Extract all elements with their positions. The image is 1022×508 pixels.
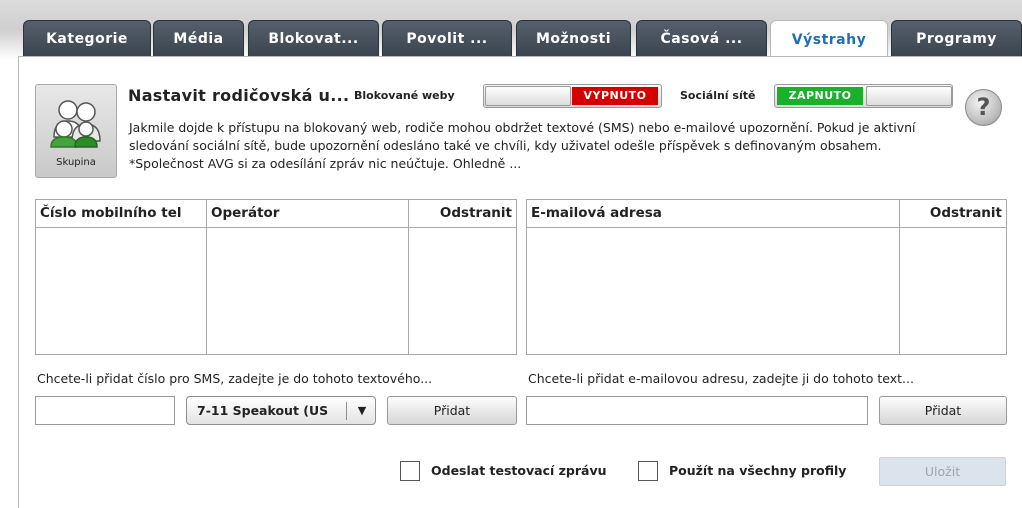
toggle-thumb — [866, 86, 952, 106]
sms-hint: Chcete-li přidat číslo pro SMS, zadejte … — [37, 371, 433, 386]
add-email-button[interactable]: Přidat — [879, 396, 1007, 425]
carrier-select-value: 7-11 Speakout (US — [197, 403, 329, 418]
blocked-sites-label: Blokované weby — [354, 89, 455, 102]
blocked-sites-state: VYPNUTO — [572, 87, 658, 105]
chevron-down-icon[interactable]: ▼ — [351, 397, 373, 424]
apply-all-profiles-label: Použít na všechny profily — [669, 463, 847, 478]
social-networks-state: ZAPNUTO — [777, 87, 863, 105]
toggle-thumb — [485, 86, 571, 106]
tab-kategorie[interactable]: Kategorie — [23, 20, 151, 57]
tab-vystrahy[interactable]: Výstrahy — [770, 20, 888, 58]
tab-label: Blokovat... — [268, 31, 359, 47]
column-divider — [408, 200, 409, 354]
tab-label: Programy — [916, 31, 997, 47]
col-phone-number[interactable]: Číslo mobilního tel — [36, 200, 206, 227]
tab-label: Média — [173, 31, 224, 47]
email-table: E-mailová adresa Odstranit — [526, 199, 1007, 355]
column-divider — [899, 200, 900, 354]
apply-all-profiles-checkbox[interactable] — [638, 461, 658, 481]
email-hint: Chcete-li přidat e-mailovou adresu, zade… — [528, 371, 914, 386]
test-message-label: Odeslat testovací zprávu — [431, 463, 607, 478]
carrier-select[interactable]: 7-11 Speakout (US ▼ — [186, 396, 376, 425]
tab-label: Kategorie — [46, 31, 128, 47]
description-text: Jakmile dojde k přístupu na blokovaný we… — [129, 120, 916, 171]
social-networks-toggle[interactable]: ZAPNUTO — [774, 84, 953, 108]
tab-blokovat[interactable]: Blokovat... — [248, 20, 379, 57]
tab-media[interactable]: Média — [153, 20, 244, 57]
col-operator[interactable]: Operátor — [207, 200, 407, 227]
tab-label: Časová ... — [660, 31, 743, 47]
tab-label: Možnosti — [535, 31, 612, 47]
blocked-sites-toggle[interactable]: VYPNUTO — [483, 84, 662, 108]
sms-number-input[interactable] — [35, 396, 175, 425]
save-button[interactable]: Uložit — [879, 457, 1006, 486]
col-email-address[interactable]: E-mailová adresa — [527, 200, 898, 227]
tab-label: Výstrahy — [791, 31, 867, 48]
group-button-label: Skupina — [56, 157, 96, 168]
column-divider — [206, 200, 207, 354]
add-sms-button[interactable]: Přidat — [387, 396, 517, 425]
page-title: Nastavit rodičovská u... — [128, 86, 350, 105]
tab-label: Povolit ... — [406, 31, 488, 47]
tab-povolit[interactable]: Povolit ... — [382, 20, 512, 57]
group-button[interactable]: Skupina — [35, 84, 117, 178]
help-icon[interactable]: ? — [965, 89, 1002, 126]
col-remove[interactable]: Odstranit — [900, 200, 1007, 227]
tab-moznosti[interactable]: Možnosti — [516, 20, 631, 57]
tab-programy[interactable]: Programy — [891, 20, 1022, 57]
col-remove[interactable]: Odstranit — [409, 200, 517, 227]
sms-table: Číslo mobilního tel Operátor Odstranit — [35, 199, 517, 355]
group-icon — [50, 100, 101, 148]
email-input[interactable] — [526, 396, 868, 425]
select-divider — [346, 402, 347, 420]
tab-casova[interactable]: Časová ... — [636, 20, 767, 57]
test-message-checkbox[interactable] — [400, 461, 420, 481]
social-networks-label: Sociální sítě — [680, 89, 756, 102]
